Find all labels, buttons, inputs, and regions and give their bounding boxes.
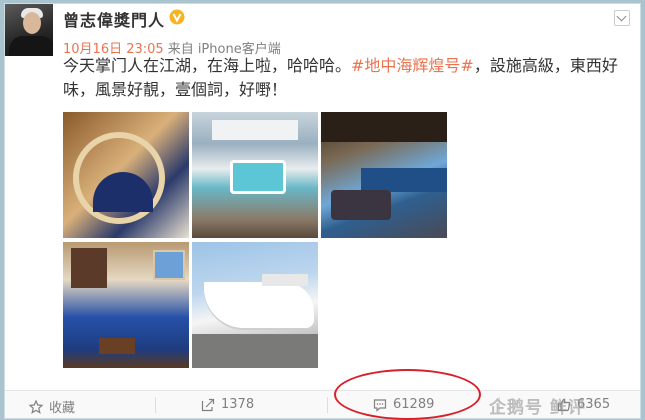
favorite-label: 收藏	[49, 401, 76, 416]
topic-link[interactable]: #地中海辉煌号#	[351, 56, 474, 75]
more-options-icon[interactable]	[614, 10, 630, 26]
verified-badge-icon	[169, 9, 185, 25]
weibo-post-card: 曾志偉獎門人 10月16日 23:05 来自 iPhone客户端 今天掌门人在江湖…	[4, 3, 641, 419]
annotation-circle	[334, 369, 481, 420]
user-name[interactable]: 曾志偉獎門人	[63, 7, 165, 31]
photo-grand-staircase[interactable]	[63, 112, 189, 238]
forward-count: 1378	[221, 397, 255, 412]
star-icon	[29, 399, 43, 414]
photo-pool-deck[interactable]	[192, 112, 318, 238]
photo-cruise-ship[interactable]	[192, 242, 318, 368]
post-text: 今天掌门人在江湖，在海上啦，哈哈哈。#地中海辉煌号#，設施高級，東西好味，風景好…	[63, 54, 623, 102]
favorite-button[interactable]: 收藏	[29, 397, 75, 416]
photo-panoramic-lounge[interactable]	[321, 112, 447, 238]
photo-cabin-suite[interactable]	[63, 242, 189, 368]
avatar[interactable]	[5, 4, 53, 56]
share-icon	[201, 398, 215, 411]
watermark: 企鹅号 鲜评	[489, 398, 586, 418]
post-text-intro: 今天掌门人在江湖，在海上啦，哈哈哈。	[63, 56, 352, 75]
forward-button[interactable]: 1378	[201, 397, 254, 412]
